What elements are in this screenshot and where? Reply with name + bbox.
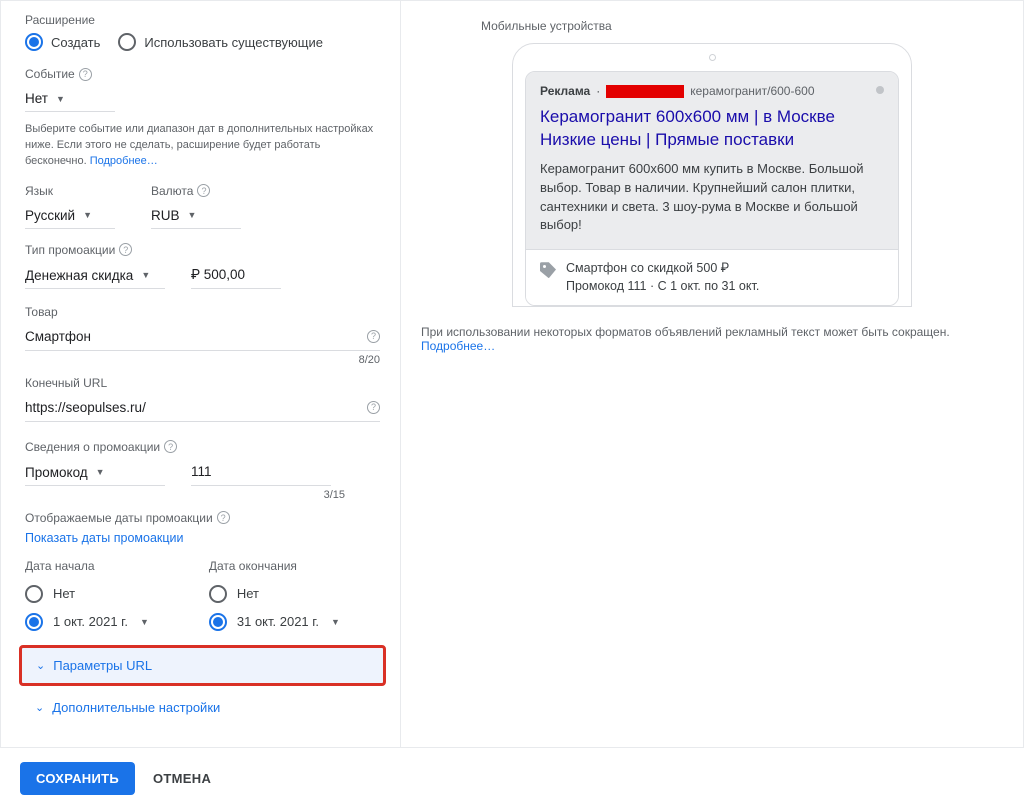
ad-headline: Керамогранит 600x600 мм | в Москве Низки… (540, 106, 884, 152)
event-select[interactable]: Нет ▼ (25, 87, 115, 112)
help-icon[interactable]: ? (217, 511, 230, 524)
preview-title: Мобильные устройства (481, 19, 1003, 33)
help-icon[interactable]: ? (164, 440, 177, 453)
date-start-value[interactable]: 1 окт. 2021 г. ▼ (25, 613, 149, 631)
learn-more-link[interactable]: Подробнее… (90, 155, 158, 167)
promo-code-counter: 3/15 (25, 489, 345, 501)
cancel-button[interactable]: ОТМЕНА (153, 771, 211, 786)
radio-icon (209, 585, 227, 603)
editor-container: Расширение Создать Использовать существу… (0, 0, 1024, 748)
date-start-group: Дата начала Нет 1 окт. 2021 г. ▼ (25, 559, 149, 631)
language-select[interactable]: Русский ▼ (25, 204, 115, 229)
radio-existing-label: Использовать существующие (144, 35, 323, 50)
chevron-down-icon: ▼ (188, 210, 197, 220)
radio-use-existing[interactable]: Использовать существующие (118, 33, 323, 51)
footer-actions: СОХРАНИТЬ ОТМЕНА (0, 748, 1024, 809)
form-panel: Расширение Создать Использовать существу… (1, 1, 401, 747)
mobile-device-frame: Реклама · керамогранит/600-600 Керамогра… (512, 43, 912, 307)
promo-details-label: Сведения о промоакции ? (25, 440, 380, 454)
date-start-label: Дата начала (25, 559, 149, 573)
radio-icon (209, 613, 227, 631)
promo-line-2: Промокод 111 · С 1 окт. по 31 окт. (566, 278, 759, 296)
ad-display-path: керамогранит/600-600 (690, 84, 814, 98)
save-button[interactable]: СОХРАНИТЬ (20, 762, 135, 795)
ad-preview-card: Реклама · керамогранит/600-600 Керамогра… (525, 71, 899, 306)
final-url-label: Конечный URL (25, 376, 380, 390)
radio-create-label: Создать (51, 35, 100, 50)
radio-icon (25, 613, 43, 631)
promo-amount-input[interactable]: ₽ 500,00 (191, 263, 281, 289)
help-icon[interactable]: ? (79, 68, 92, 81)
tag-icon (540, 262, 556, 278)
chevron-down-icon: ▼ (56, 94, 65, 104)
ad-promotion-extension: Смартфон со скидкой 500 ₽ Промокод 111 ·… (526, 249, 898, 305)
extension-radio-group: Создать Использовать существующие (25, 33, 380, 51)
ad-label: Реклама (540, 84, 590, 98)
preview-panel: Мобильные устройства Реклама · керамогра… (401, 1, 1023, 747)
url-params-expander[interactable]: ⌄ Параметры URL (19, 645, 386, 686)
date-end-group: Дата окончания Нет 31 окт. 2021 г. ▼ (209, 559, 340, 631)
shown-dates-label: Отображаемые даты промоакции ? (25, 511, 380, 525)
promo-line-1: Смартфон со скидкой 500 ₽ (566, 260, 759, 278)
language-label: Язык (25, 184, 115, 198)
date-start-none[interactable]: Нет (25, 585, 149, 603)
chevron-down-icon: ▼ (331, 617, 340, 627)
product-label: Товар (25, 305, 380, 319)
promo-type-select[interactable]: Денежная скидка ▼ (25, 264, 165, 289)
promo-details-select[interactable]: Промокод ▼ (25, 461, 165, 486)
info-dot-icon (876, 86, 884, 94)
radio-icon (25, 33, 43, 51)
device-speaker-icon (709, 54, 716, 61)
chevron-down-icon: ▼ (96, 467, 105, 477)
radio-icon (25, 585, 43, 603)
event-hint: Выберите событие или диапазон дат в допо… (25, 122, 380, 170)
chevron-down-icon: ▼ (140, 617, 149, 627)
learn-more-link[interactable]: Подробнее… (421, 339, 495, 353)
product-counter: 8/20 (25, 354, 380, 366)
radio-create[interactable]: Создать (25, 33, 100, 51)
product-input[interactable]: Смартфон ? (25, 325, 380, 351)
help-icon[interactable]: ? (197, 184, 210, 197)
chevron-down-icon: ▼ (83, 210, 92, 220)
preview-note: При использовании некоторых форматов объ… (421, 325, 1003, 353)
promo-type-label: Тип промоакции ? (25, 243, 380, 257)
final-url-input[interactable]: https://seopulses.ru/ ? (25, 396, 380, 422)
event-label: Событие ? (25, 67, 380, 81)
redacted-block (606, 85, 684, 98)
currency-label: Валюта ? (151, 184, 241, 198)
help-icon[interactable]: ? (367, 401, 380, 414)
promo-code-input[interactable] (191, 460, 331, 486)
help-icon[interactable]: ? (367, 330, 380, 343)
help-icon[interactable]: ? (119, 243, 132, 256)
currency-select[interactable]: RUB ▼ (151, 204, 241, 229)
date-end-none[interactable]: Нет (209, 585, 340, 603)
ad-description: Керамогранит 600x600 мм купить в Москве.… (540, 160, 884, 235)
advanced-settings-expander[interactable]: ⌄ Дополнительные настройки (25, 688, 380, 727)
show-dates-link[interactable]: Показать даты промоакции (25, 531, 380, 545)
radio-icon (118, 33, 136, 51)
chevron-down-icon: ⌄ (35, 701, 44, 714)
date-end-value[interactable]: 31 окт. 2021 г. ▼ (209, 613, 340, 631)
extension-label: Расширение (25, 13, 380, 27)
date-end-label: Дата окончания (209, 559, 340, 573)
chevron-down-icon: ▼ (141, 270, 150, 280)
chevron-down-icon: ⌄ (36, 659, 45, 672)
